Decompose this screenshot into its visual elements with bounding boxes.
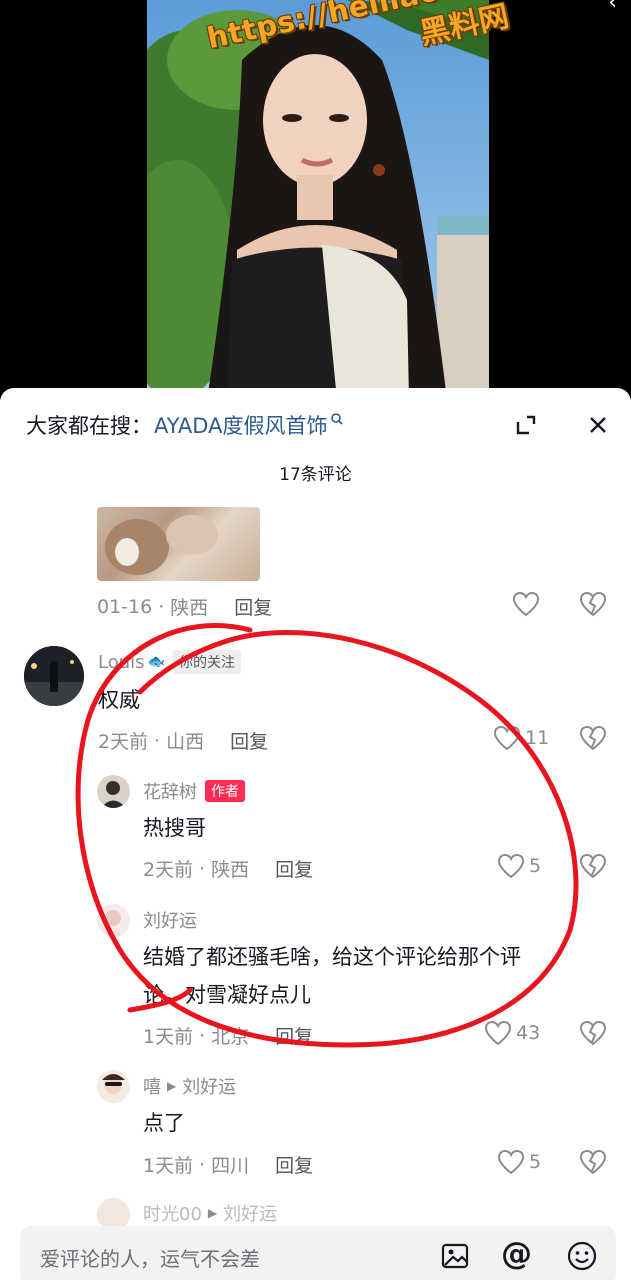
reply-button[interactable]: 回复: [234, 593, 272, 620]
reply-to-username[interactable]: 刘好运: [182, 1073, 236, 1099]
image-icon[interactable]: [440, 1241, 470, 1271]
comment-location: 陕西: [211, 859, 250, 881]
dislike-broken-heart-icon[interactable]: [579, 725, 607, 751]
reply-button[interactable]: 回复: [275, 855, 313, 882]
comment-time: 1天前: [143, 1155, 194, 1177]
comment-meta: 1天前 · 四川 回复: [143, 1151, 313, 1178]
at-icon[interactable]: @: [501, 1236, 532, 1272]
like-count: 43: [516, 1022, 541, 1044]
avatar[interactable]: [97, 1070, 130, 1103]
emoji-icon[interactable]: [566, 1240, 598, 1272]
author-tag: 作者: [205, 780, 245, 802]
avatar[interactable]: [97, 904, 130, 937]
username[interactable]: Louis: [98, 652, 145, 673]
like-count: 11: [525, 727, 550, 749]
username[interactable]: 时光00: [143, 1200, 202, 1226]
heart-icon: [497, 853, 525, 879]
comment-time: 2天前: [98, 731, 149, 753]
comment-text-line-1: 结婚了都还骚毛啥，给这个评论给那个评: [143, 945, 521, 969]
username[interactable]: 嘻: [143, 1073, 161, 1099]
meta-separator: ·: [158, 595, 165, 618]
heart-icon: [493, 725, 521, 751]
reply-arrow-icon: ▶: [167, 1079, 177, 1093]
username[interactable]: 刘好运: [143, 907, 197, 933]
comment-location: 北京: [211, 1026, 250, 1048]
like-button[interactable]: 5: [497, 853, 541, 879]
heart-icon: [484, 1020, 512, 1046]
search-glyph-icon: [331, 413, 344, 425]
comment-username-row: Louis 🐟 你的关注: [98, 650, 241, 674]
video-player[interactable]: ‹ https://heiliao56.com 黑料网: [0, 0, 631, 400]
reply-button[interactable]: 回复: [275, 1022, 313, 1049]
dislike-broken-heart-icon[interactable]: [579, 1020, 607, 1046]
reply-button[interactable]: 回复: [275, 1151, 313, 1178]
following-tag: 你的关注: [172, 650, 241, 674]
comment-location: 四川: [211, 1155, 250, 1177]
comment-username-row: 花辞树 作者: [143, 778, 245, 804]
meta-separator: ·: [154, 729, 161, 752]
like-button[interactable]: [512, 591, 540, 617]
reply-button[interactable]: 回复: [230, 727, 268, 754]
comment-time: 01-16: [97, 595, 153, 618]
meta-separator: ·: [199, 857, 206, 880]
username[interactable]: 花辞树: [143, 778, 197, 804]
reply-to-username[interactable]: 刘好运: [223, 1200, 277, 1226]
comment-location: 山西: [166, 731, 205, 753]
comment-username-row: 刘好运: [143, 907, 197, 933]
comment-count: 17条评论: [279, 465, 352, 485]
comment-location: 陕西: [170, 597, 209, 619]
fish-badge-icon: 🐟: [147, 654, 165, 670]
like-button[interactable]: 5: [497, 1149, 541, 1175]
expand-icon[interactable]: [514, 413, 538, 437]
comment-meta: 01-16 · 陕西 回复: [97, 593, 272, 620]
comment-text-line-2: 论，对雪凝好点儿: [143, 983, 311, 1007]
comment-text: 权威: [98, 688, 140, 712]
like-button[interactable]: 11: [493, 725, 549, 751]
like-button[interactable]: 43: [484, 1020, 540, 1046]
search-term-link[interactable]: AYADA度假风首饰: [154, 410, 327, 440]
dislike-broken-heart-icon[interactable]: [579, 591, 607, 617]
comment-username-row: 时光00 ▶ 刘好运: [143, 1200, 277, 1226]
comment-input-bar[interactable]: 爱评论的人，运气不会差 @: [20, 1226, 616, 1280]
comment-text: 热搜哥: [143, 816, 206, 840]
suggested-search[interactable]: 大家都在搜： AYADA度假风首饰: [26, 410, 344, 440]
comment-image[interactable]: [97, 507, 260, 581]
heart-icon: [497, 1149, 525, 1175]
comment-meta: 1天前 · 北京 回复: [143, 1022, 313, 1049]
dislike-broken-heart-icon[interactable]: [579, 853, 607, 879]
meta-separator: ·: [199, 1024, 206, 1047]
comment-meta: 2天前 · 山西 回复: [98, 727, 268, 754]
comment-username-row: 嘻 ▶ 刘好运: [143, 1073, 236, 1099]
collapse-arrow-icon[interactable]: ‹: [608, 0, 617, 15]
like-count: 5: [529, 855, 542, 877]
avatar[interactable]: [24, 646, 84, 706]
heart-icon: [512, 591, 540, 617]
comment-sheet: 大家都在搜： AYADA度假风首饰 17条评论 01-16 · 陕西 回复 Lo…: [0, 388, 631, 1280]
close-icon[interactable]: [586, 413, 610, 437]
meta-separator: ·: [199, 1153, 206, 1176]
search-prefix: 大家都在搜：: [26, 414, 152, 438]
dislike-broken-heart-icon[interactable]: [579, 1149, 607, 1175]
like-count: 5: [529, 1151, 542, 1173]
comment-time: 1天前: [143, 1026, 194, 1048]
comment-meta: 2天前 · 陕西 回复: [143, 855, 313, 882]
comment-text: 点了: [143, 1111, 185, 1135]
comment-input-placeholder[interactable]: 爱评论的人，运气不会差: [40, 1243, 260, 1272]
avatar[interactable]: [97, 775, 130, 808]
comment-time: 2天前: [143, 859, 194, 881]
reply-arrow-icon: ▶: [207, 1206, 218, 1220]
